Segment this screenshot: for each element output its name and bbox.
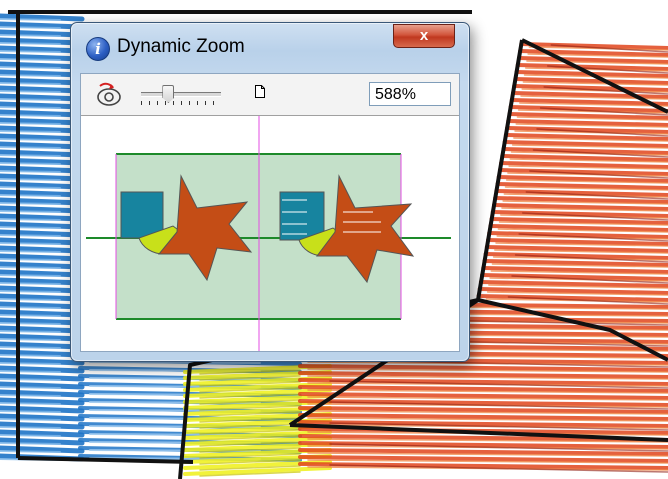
window-title: Dynamic Zoom [117,36,245,57]
toolbar: 588% [81,74,459,116]
zoom-preview[interactable] [81,116,459,351]
slider-ticks [141,101,221,105]
zoom-slider[interactable] [139,84,223,106]
page-icon[interactable] [255,85,265,98]
title-bar[interactable]: i Dynamic Zoom x [71,23,469,73]
info-icon: i [86,37,110,61]
zoom-level-field[interactable]: 588% [369,82,451,106]
dynamic-zoom-window[interactable]: i Dynamic Zoom x 588% [70,22,470,362]
close-button[interactable]: x [393,24,455,48]
eye-dropper-icon[interactable] [95,82,123,108]
slider-track [141,92,221,97]
window-client-area: 588% [80,73,460,352]
